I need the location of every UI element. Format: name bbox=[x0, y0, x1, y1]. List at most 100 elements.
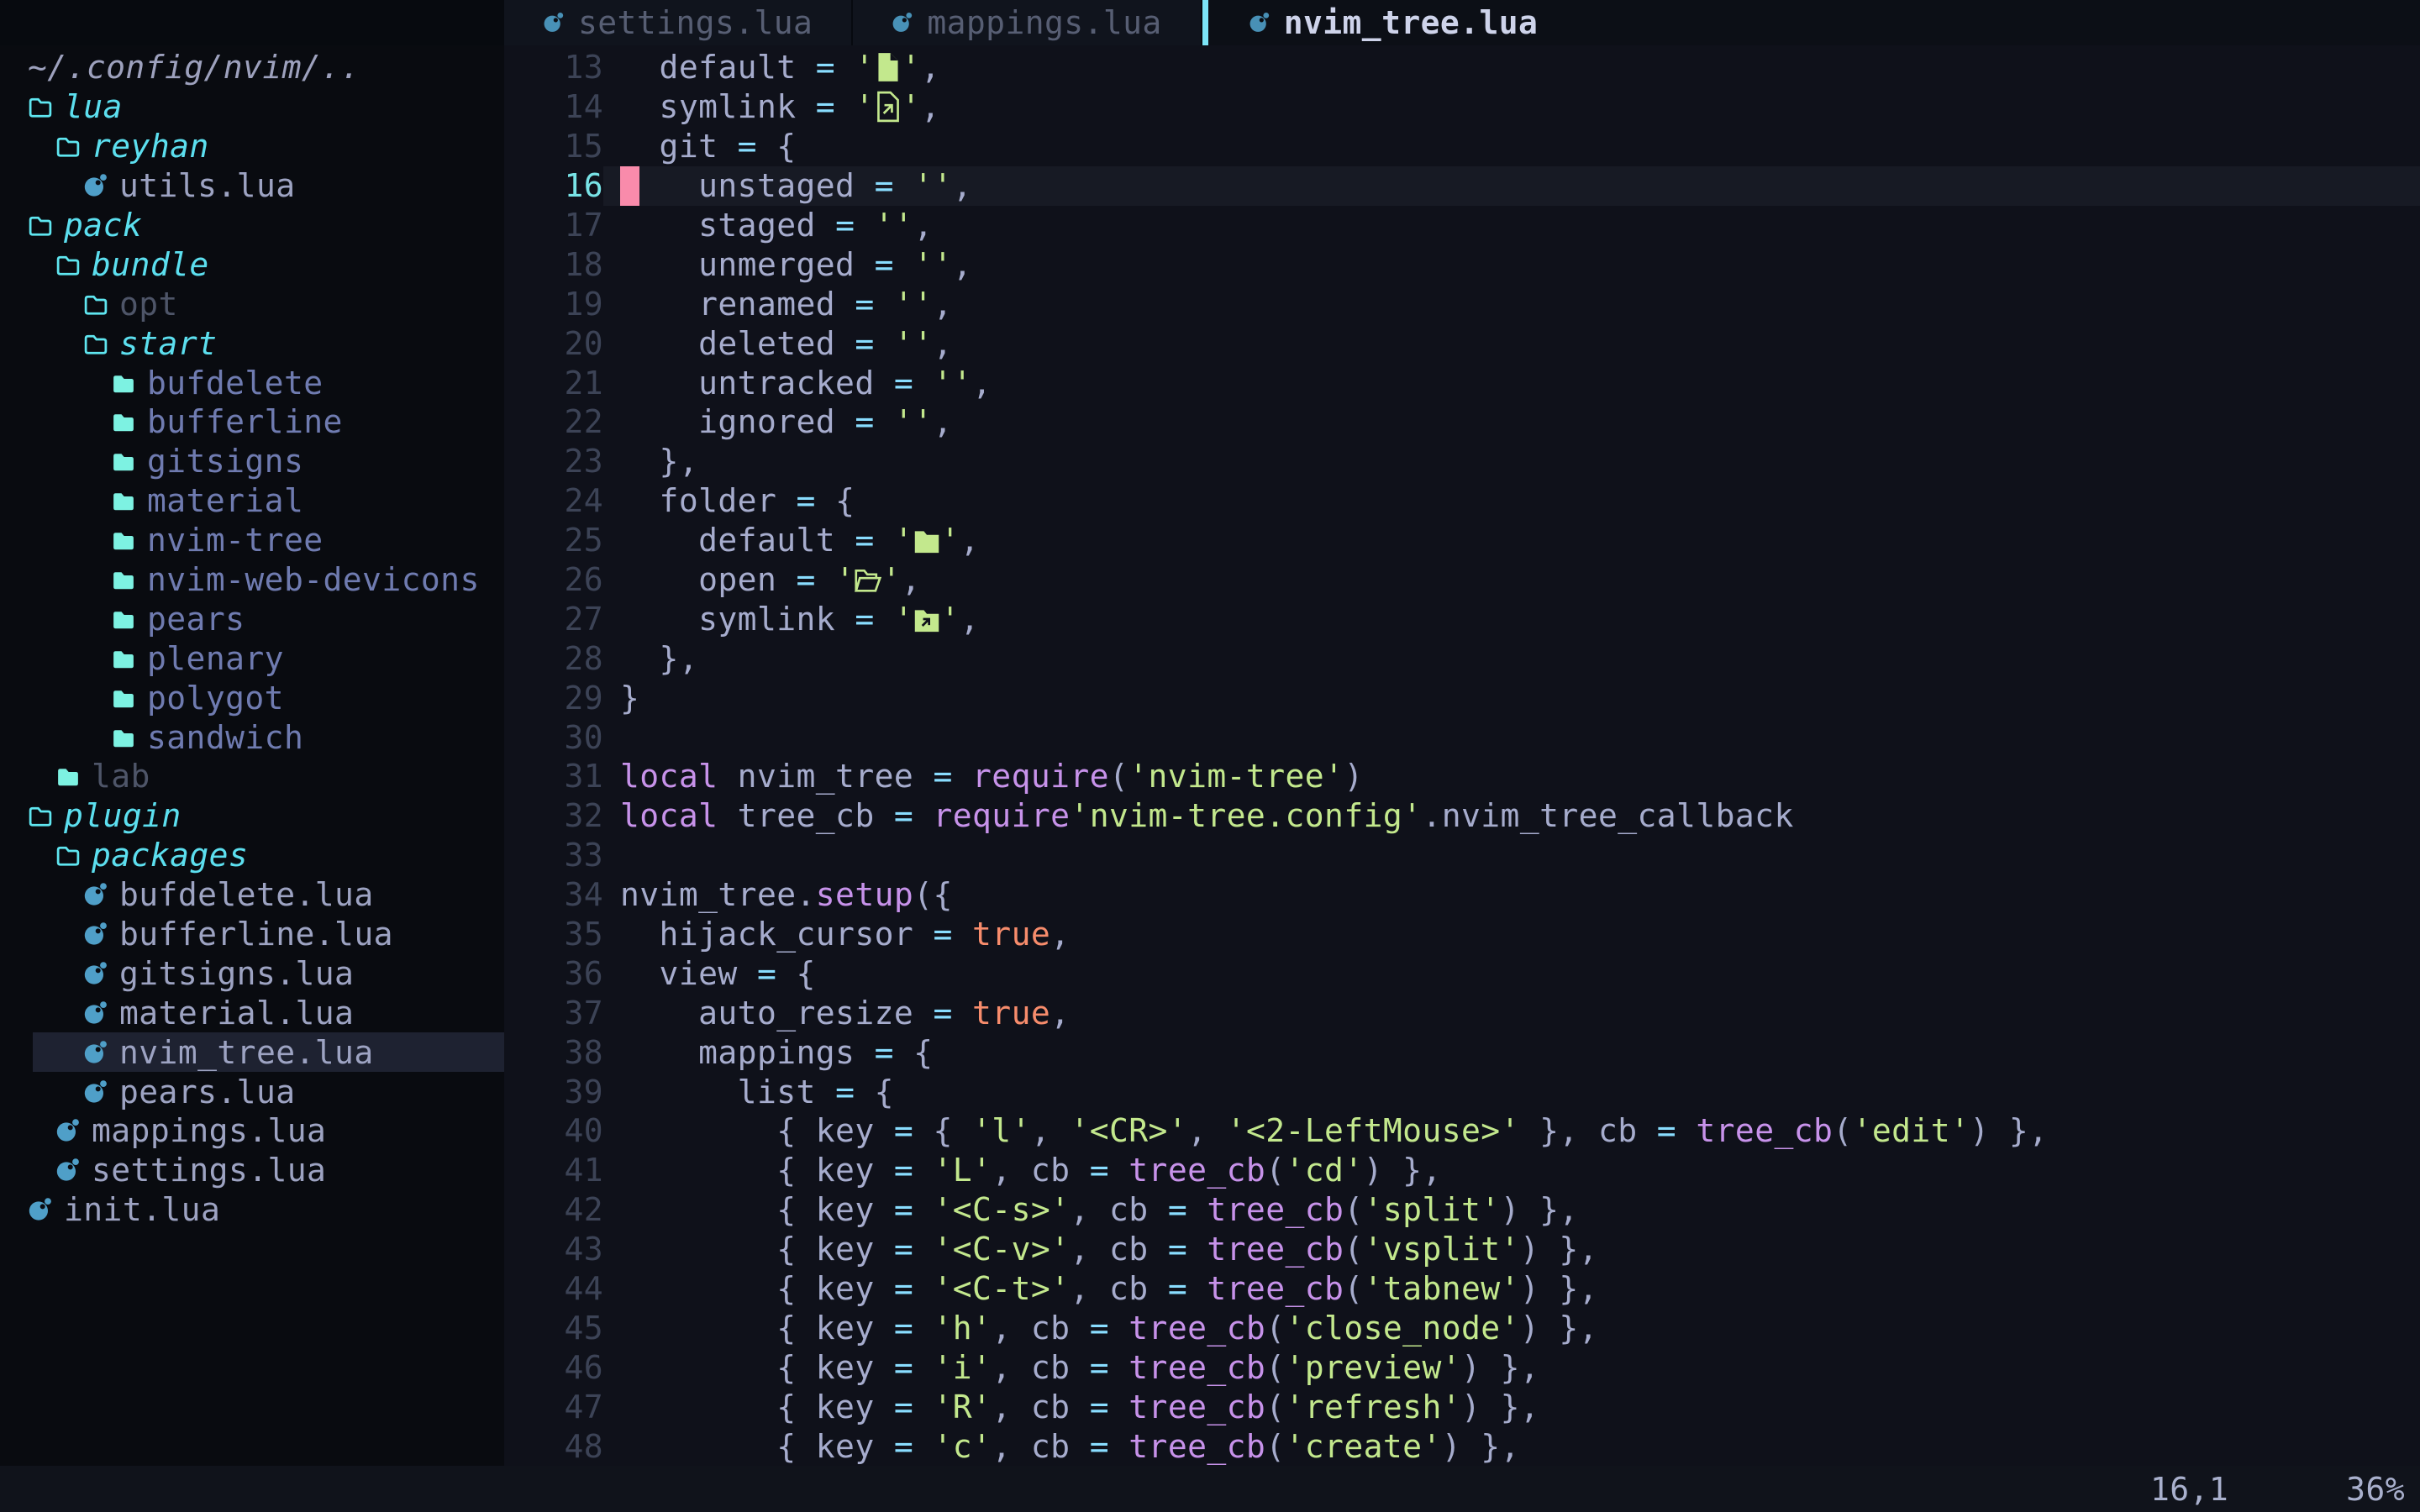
folder-icon bbox=[111, 409, 136, 434]
line-number: 31 bbox=[504, 758, 603, 795]
code-line-34[interactable]: 34nvim_tree.setup({ bbox=[504, 875, 2420, 915]
tree-root-path[interactable]: ~/.config/nvim/.. bbox=[0, 48, 504, 87]
code-line-47[interactable]: 47 { key = 'R', cb = tree_cb('refresh') … bbox=[504, 1387, 2420, 1426]
tree-item-reyhan[interactable]: reyhan bbox=[0, 127, 504, 166]
code-line-20[interactable]: 20 deleted = '', bbox=[504, 323, 2420, 363]
line-number: 15 bbox=[504, 128, 603, 165]
tree-item-bufdelete[interactable]: bufdelete bbox=[0, 363, 504, 402]
code-line-18[interactable]: 18 unmerged = '', bbox=[504, 244, 2420, 284]
code-line-44[interactable]: 44 { key = '<C-t>', cb = tree_cb('tabnew… bbox=[504, 1269, 2420, 1309]
tabline-spacer bbox=[0, 0, 504, 45]
tree-item-opt[interactable]: opt bbox=[0, 284, 504, 323]
code-line-33[interactable]: 33 bbox=[504, 836, 2420, 875]
code-line-43[interactable]: 43 { key = '<C-v>', cb = tree_cb('vsplit… bbox=[504, 1230, 2420, 1269]
tree-item-bufferline.lua[interactable]: bufferline.lua bbox=[0, 915, 504, 954]
tree-item-utils.lua[interactable]: utils.lua bbox=[0, 166, 504, 206]
code-line-46[interactable]: 46 { key = 'i', cb = tree_cb('preview') … bbox=[504, 1347, 2420, 1387]
tree-item-bufdelete.lua[interactable]: bufdelete.lua bbox=[0, 875, 504, 915]
tree-item-label: nvim-web-devicons bbox=[147, 561, 480, 598]
line-content: { key = '<C-v>', cb = tree_cb('vsplit') … bbox=[603, 1230, 2420, 1269]
tree-item-pears[interactable]: pears bbox=[0, 599, 504, 638]
tree-item-material.lua[interactable]: material.lua bbox=[0, 993, 504, 1032]
lua-file-icon bbox=[83, 1040, 108, 1065]
code-line-31[interactable]: 31local nvim_tree = require('nvim-tree') bbox=[504, 757, 2420, 796]
code-line-35[interactable]: 35 hijack_cursor = true, bbox=[504, 915, 2420, 954]
folder-glyph-icon bbox=[913, 522, 940, 558]
code-line-17[interactable]: 17 staged = '', bbox=[504, 206, 2420, 245]
line-content: view = { bbox=[603, 953, 2420, 993]
line-content: open = '', bbox=[603, 560, 2420, 600]
line-content: } bbox=[603, 678, 2420, 717]
tree-item-settings.lua[interactable]: settings.lua bbox=[0, 1151, 504, 1190]
code-line-30[interactable]: 30 bbox=[504, 717, 2420, 757]
code-line-38[interactable]: 38 mappings = { bbox=[504, 1032, 2420, 1072]
tree-item-material[interactable]: material bbox=[0, 481, 504, 521]
line-number: 34 bbox=[504, 876, 603, 913]
tree-item-packages[interactable]: packages bbox=[0, 836, 504, 875]
tree-item-nvim-tree[interactable]: nvim-tree bbox=[0, 521, 504, 560]
tree-item-sandwich[interactable]: sandwich bbox=[0, 717, 504, 757]
tree-item-pack[interactable]: pack bbox=[0, 206, 504, 245]
code-line-21[interactable]: 21 untracked = '', bbox=[504, 363, 2420, 402]
line-content: { key = { 'l', '<CR>', '<2-LeftMouse>' }… bbox=[603, 1111, 2420, 1151]
line-content: git = { bbox=[603, 127, 2420, 166]
code-line-28[interactable]: 28 }, bbox=[504, 638, 2420, 678]
code-line-32[interactable]: 32local tree_cb = require'nvim-tree.conf… bbox=[504, 796, 2420, 836]
tree-item-nvim_tree.lua[interactable]: nvim_tree.lua bbox=[0, 1032, 504, 1072]
tree-item-pears.lua[interactable]: pears.lua bbox=[0, 1072, 504, 1111]
line-content: local tree_cb = require'nvim-tree.config… bbox=[603, 796, 2420, 836]
code-line-36[interactable]: 36 view = { bbox=[504, 953, 2420, 993]
tab-mappings.lua[interactable]: mappings.lua bbox=[853, 0, 1202, 45]
tree-item-gitsigns.lua[interactable]: gitsigns.lua bbox=[0, 953, 504, 993]
code-line-23[interactable]: 23 }, bbox=[504, 442, 2420, 481]
line-content: default = '', bbox=[603, 48, 2420, 87]
lua-file-icon bbox=[543, 12, 565, 34]
tree-item-bufferline[interactable]: bufferline bbox=[0, 402, 504, 442]
line-number: 35 bbox=[504, 916, 603, 953]
line-number: 44 bbox=[504, 1270, 603, 1307]
tree-item-init.lua[interactable]: init.lua bbox=[0, 1190, 504, 1230]
tab-nvim_tree.lua[interactable]: nvim_tree.lua bbox=[1208, 0, 1579, 45]
code-line-24[interactable]: 24 folder = { bbox=[504, 481, 2420, 521]
line-content: { key = 'c', cb = tree_cb('create') }, bbox=[603, 1426, 2420, 1466]
tab-settings.lua[interactable]: settings.lua bbox=[504, 0, 853, 45]
tree-item-label: material.lua bbox=[119, 995, 354, 1032]
tree-item-nvim-web-devicons[interactable]: nvim-web-devicons bbox=[0, 560, 504, 600]
code-line-26[interactable]: 26 open = '', bbox=[504, 560, 2420, 600]
line-content: untracked = '', bbox=[603, 363, 2420, 402]
code-line-48[interactable]: 48 { key = 'c', cb = tree_cb('create') }… bbox=[504, 1426, 2420, 1466]
tree-item-plugin[interactable]: plugin bbox=[0, 796, 504, 836]
code-line-14[interactable]: 14 symlink = '', bbox=[504, 87, 2420, 127]
code-line-25[interactable]: 25 default = '', bbox=[504, 521, 2420, 560]
folder-open-icon bbox=[55, 252, 81, 277]
code-line-39[interactable]: 39 list = { bbox=[504, 1072, 2420, 1111]
tree-item-polygot[interactable]: polygot bbox=[0, 678, 504, 717]
tree-item-lua[interactable]: lua bbox=[0, 87, 504, 127]
code-line-16[interactable]: 16 unstaged = '', bbox=[504, 166, 2420, 206]
code-line-27[interactable]: 27 symlink = '', bbox=[504, 599, 2420, 638]
tree-item-bundle[interactable]: bundle bbox=[0, 244, 504, 284]
lua-file-icon bbox=[83, 961, 108, 986]
code-editor[interactable]: 13 default = '',14 symlink = '',15 git =… bbox=[504, 45, 2420, 1466]
code-line-40[interactable]: 40 { key = { 'l', '<CR>', '<2-LeftMouse>… bbox=[504, 1111, 2420, 1151]
code-line-41[interactable]: 41 { key = 'L', cb = tree_cb('cd') }, bbox=[504, 1151, 2420, 1190]
tree-item-plenary[interactable]: plenary bbox=[0, 638, 504, 678]
code-line-22[interactable]: 22 ignored = '', bbox=[504, 402, 2420, 442]
code-line-45[interactable]: 45 { key = 'h', cb = tree_cb('close_node… bbox=[504, 1309, 2420, 1348]
code-line-15[interactable]: 15 git = { bbox=[504, 127, 2420, 166]
code-line-29[interactable]: 29} bbox=[504, 678, 2420, 717]
tree-item-start[interactable]: start bbox=[0, 323, 504, 363]
tree-item-gitsigns[interactable]: gitsigns bbox=[0, 442, 504, 481]
code-line-13[interactable]: 13 default = '', bbox=[504, 48, 2420, 87]
tree-item-label: bufdelete bbox=[147, 365, 324, 402]
tree-item-mappings.lua[interactable]: mappings.lua bbox=[0, 1111, 504, 1151]
code-line-42[interactable]: 42 { key = '<C-s>', cb = tree_cb('split'… bbox=[504, 1190, 2420, 1230]
tree-item-label: reyhan bbox=[92, 128, 209, 165]
code-line-37[interactable]: 37 auto_resize = true, bbox=[504, 993, 2420, 1032]
lua-file-icon bbox=[83, 882, 108, 907]
tree-item-label: gitsigns.lua bbox=[119, 955, 354, 992]
nvim-tree-sidebar[interactable]: ~/.config/nvim/..luareyhanutils.luapackb… bbox=[0, 45, 504, 1466]
code-line-19[interactable]: 19 renamed = '', bbox=[504, 284, 2420, 323]
tree-item-lab[interactable]: lab bbox=[0, 757, 504, 796]
line-content: unmerged = '', bbox=[603, 244, 2420, 284]
